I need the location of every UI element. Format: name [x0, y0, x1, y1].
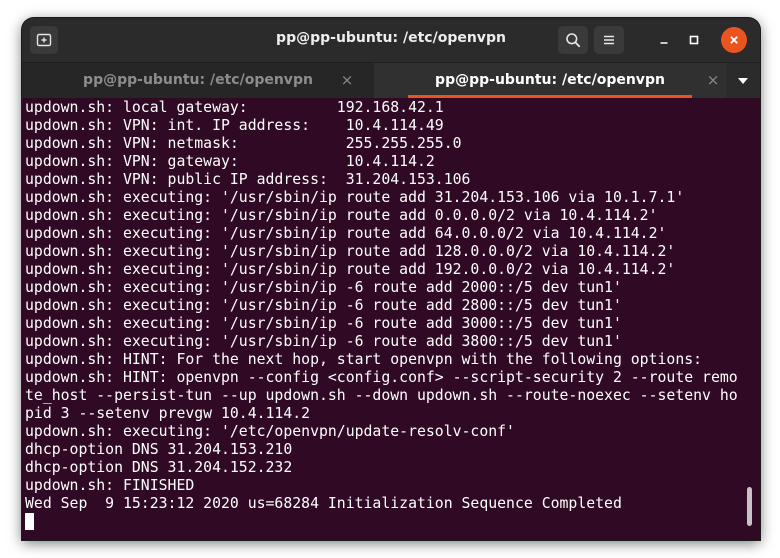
- terminal-line: updown.sh: executing: '/usr/sbin/ip rout…: [25, 243, 676, 260]
- tab-close-icon[interactable]: ×: [338, 71, 356, 89]
- terminal-line: Wed Sep 9 15:23:12 2020 us=68284 Initial…: [25, 495, 622, 512]
- terminal-line: updown.sh: VPN: public IP address: 31.20…: [25, 171, 471, 188]
- terminal-line: updown.sh: VPN: gateway: 10.4.114.2: [25, 153, 435, 170]
- hamburger-menu-icon: [604, 35, 614, 45]
- minimize-button[interactable]: [650, 26, 678, 54]
- tab-inactive[interactable]: pp@pp-ubuntu: /etc/openvpn ×: [22, 63, 374, 98]
- terminal-line: pid 3 --setenv prevgw 10.4.114.2: [25, 405, 311, 422]
- terminal-line: updown.sh: executing: '/usr/sbin/ip rout…: [25, 225, 667, 242]
- tab-close-icon[interactable]: ×: [704, 71, 722, 89]
- terminal-line: updown.sh: executing: '/usr/sbin/ip -6 r…: [25, 315, 622, 332]
- search-button[interactable]: [558, 26, 588, 54]
- terminal-line: updown.sh: HINT: For the next hop, start…: [25, 351, 703, 368]
- terminal-line: updown.sh: executing: '/usr/sbin/ip rout…: [25, 189, 685, 206]
- terminal-cursor: [25, 513, 34, 530]
- terminal-line: updown.sh: HINT: openvpn --config <confi…: [25, 369, 738, 386]
- minimize-icon: [660, 42, 668, 44]
- terminal-line: updown.sh: executing: '/usr/sbin/ip rout…: [25, 261, 676, 278]
- terminal-line: te_host --persist-tun --up updown.sh --d…: [25, 387, 738, 404]
- tabs-dropdown-button[interactable]: [726, 63, 760, 98]
- tab-label: pp@pp-ubuntu: /etc/openvpn: [83, 72, 313, 88]
- close-icon: [730, 36, 738, 44]
- terminal-line: updown.sh: executing: '/usr/sbin/ip -6 r…: [25, 333, 622, 350]
- terminal-line: updown.sh: VPN: int. IP address: 10.4.11…: [25, 117, 444, 134]
- tab-label: pp@pp-ubuntu: /etc/openvpn: [435, 72, 665, 88]
- chevron-down-icon: [738, 77, 748, 84]
- terminal-line: updown.sh: executing: '/usr/sbin/ip -6 r…: [25, 279, 622, 296]
- new-tab-button[interactable]: [30, 26, 58, 54]
- terminal-line: updown.sh: local gateway: 192.168.42.1: [25, 99, 444, 116]
- tab-active[interactable]: pp@pp-ubuntu: /etc/openvpn ×: [374, 63, 726, 98]
- terminal-window: pp@pp-ubuntu: /etc/openvpn pp@pp-ubuntu:…: [22, 18, 760, 540]
- terminal-line: updown.sh: executing: '/etc/openvpn/upda…: [25, 423, 515, 440]
- terminal-line: dhcp-option DNS 31.204.152.232: [25, 459, 293, 476]
- terminal-line: dhcp-option DNS 31.204.153.210: [25, 441, 293, 458]
- terminal-line: updown.sh: executing: '/usr/sbin/ip -6 r…: [25, 297, 622, 314]
- terminal-line: updown.sh: executing: '/usr/sbin/ip rout…: [25, 207, 658, 224]
- header-bar: pp@pp-ubuntu: /etc/openvpn: [22, 18, 760, 62]
- terminal-line: updown.sh: VPN: netmask: 255.255.255.0: [25, 135, 462, 152]
- new-tab-icon: [36, 33, 52, 47]
- terminal-line: updown.sh: FINISHED: [25, 477, 195, 494]
- terminal-output: updown.sh: local gateway: 192.168.42.1 u…: [25, 99, 738, 513]
- menu-button[interactable]: [594, 26, 624, 54]
- search-icon: [566, 33, 581, 48]
- tab-bar: pp@pp-ubuntu: /etc/openvpn × pp@pp-ubunt…: [22, 62, 760, 98]
- maximize-button[interactable]: [680, 26, 708, 54]
- terminal-area[interactable]: updown.sh: local gateway: 192.168.42.1 u…: [22, 98, 760, 540]
- maximize-icon: [689, 35, 699, 45]
- close-button[interactable]: [721, 27, 747, 53]
- scrollbar-thumb[interactable]: [747, 487, 752, 526]
